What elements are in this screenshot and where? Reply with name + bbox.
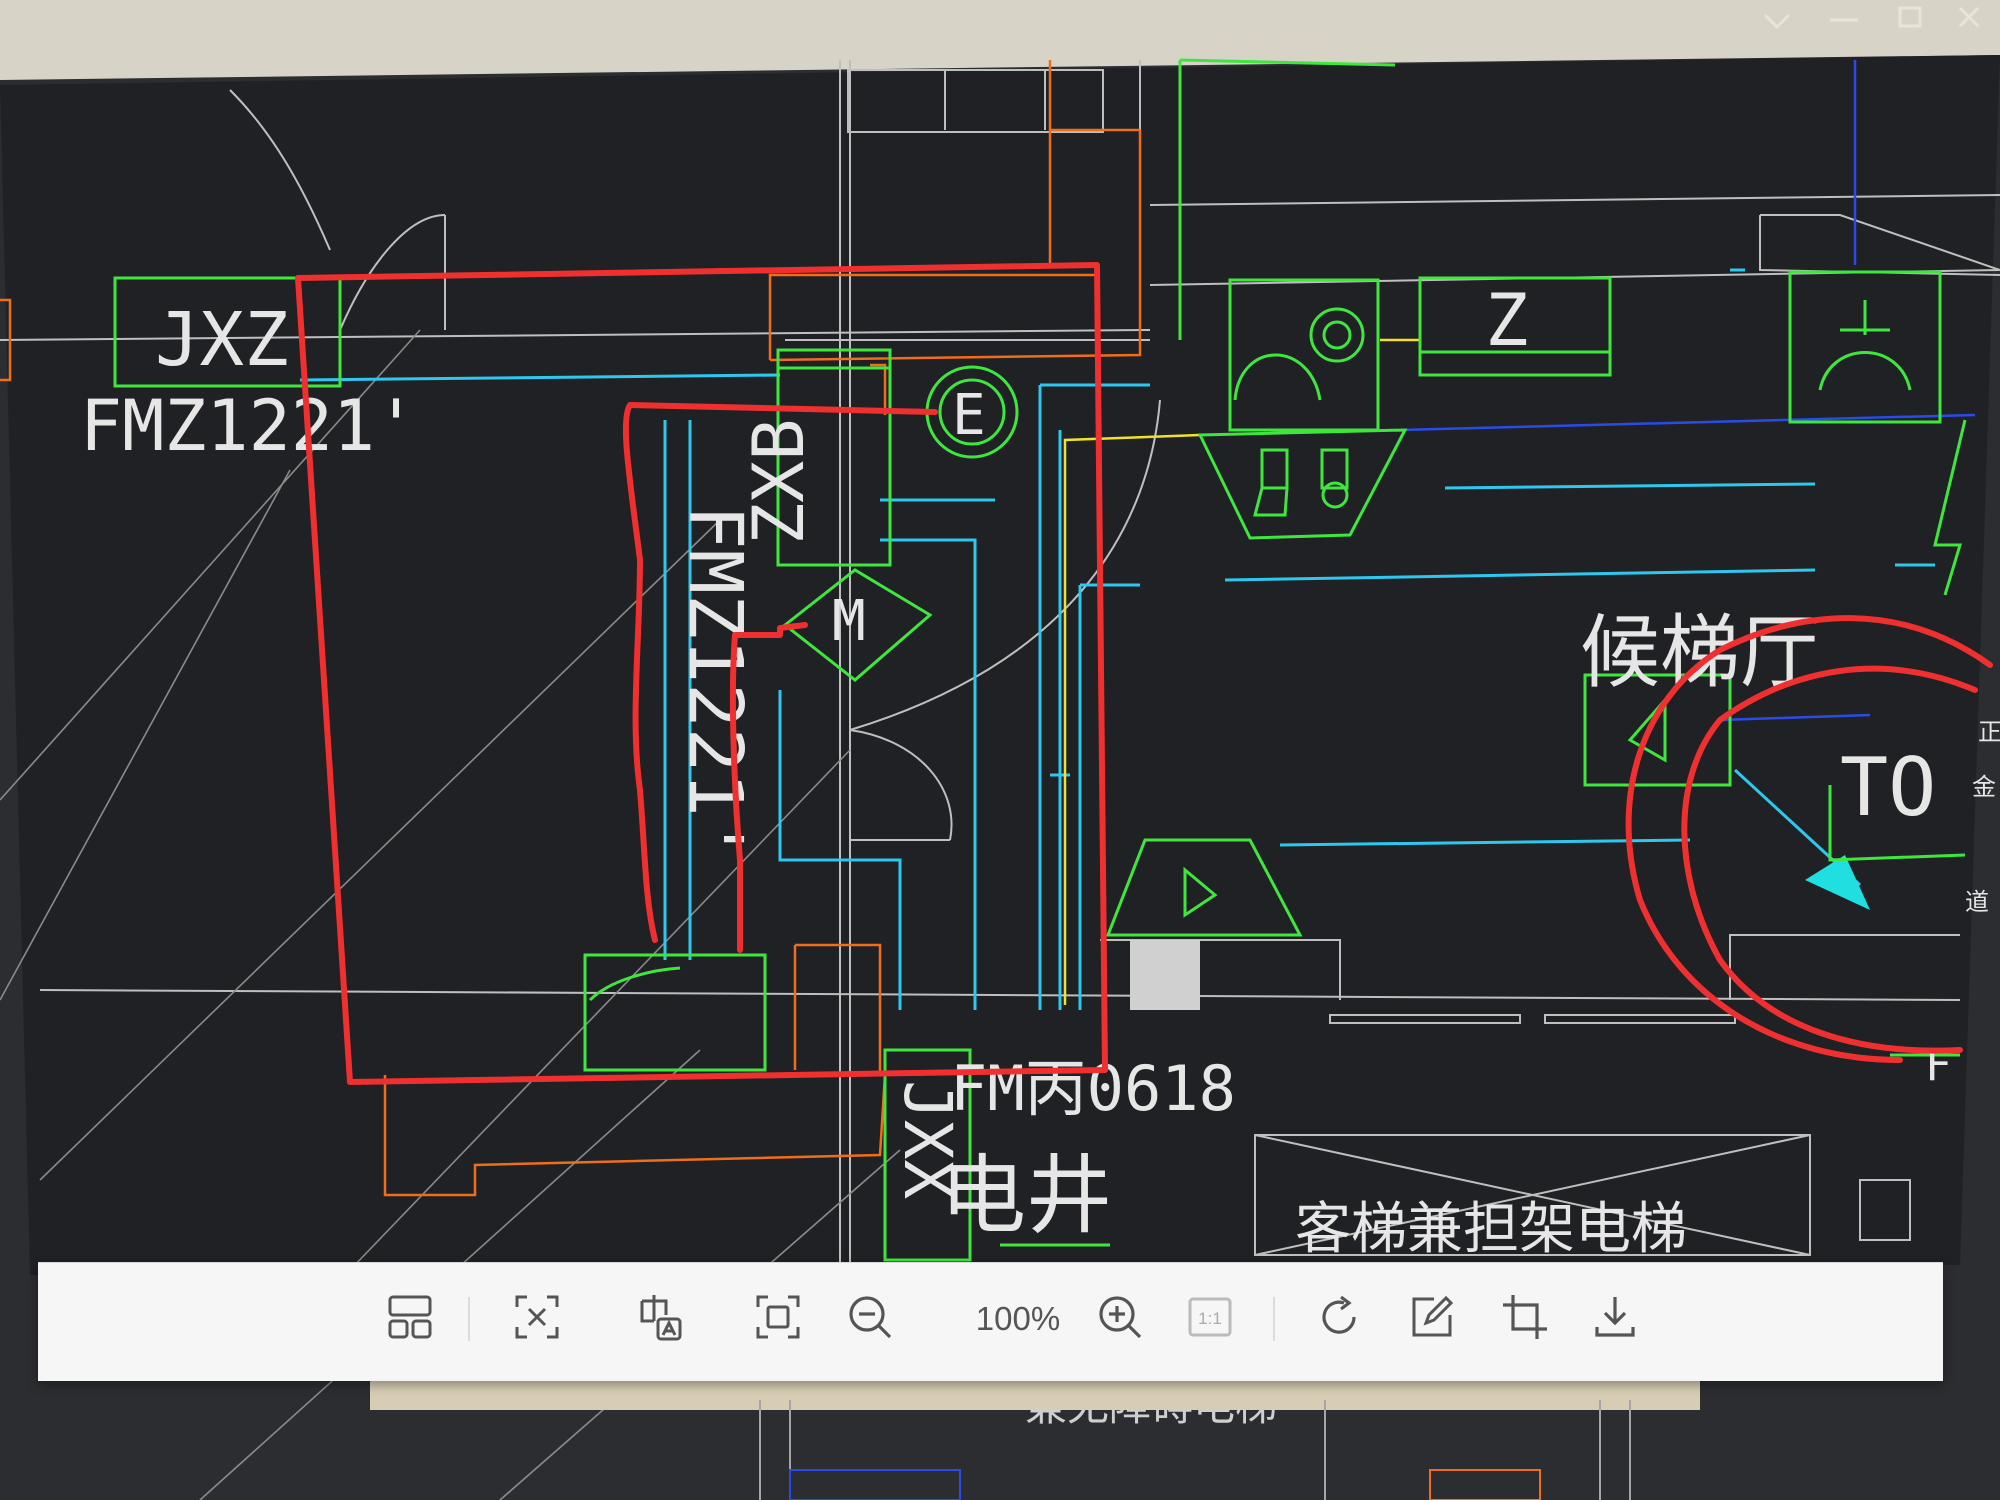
zoom-level: 100%	[975, 1300, 1061, 1337]
actual-size-icon: 1:1	[1188, 1297, 1232, 1337]
label-to: TO	[1840, 741, 1936, 834]
crop-button[interactable]	[1493, 1285, 1557, 1349]
rotate-icon	[1322, 1295, 1356, 1334]
fit-window-button[interactable]	[746, 1285, 810, 1349]
download-button[interactable]	[1583, 1285, 1647, 1349]
download-icon	[1595, 1297, 1635, 1337]
zoom-out-icon	[849, 1296, 892, 1339]
label-z: Z	[1485, 278, 1528, 362]
actual-size-button[interactable]: 1:1	[1178, 1285, 1242, 1349]
crop-icon	[1503, 1295, 1547, 1339]
label-fmz1221: FMZ1221'	[80, 385, 417, 467]
label-fmz1221-vertical: FMZ1221'	[672, 505, 758, 861]
label-edge-2: 金	[1972, 773, 1996, 801]
label-jxz: JXZ	[155, 297, 289, 383]
translate-button[interactable]	[628, 1285, 692, 1349]
label-e: E	[952, 383, 986, 448]
zoom-out-button[interactable]	[838, 1285, 902, 1349]
thumbnails-icon	[388, 1295, 432, 1339]
edit-icon	[1412, 1295, 1454, 1337]
zoom-in-icon	[1099, 1296, 1142, 1339]
fit-window-icon	[756, 1295, 800, 1339]
label-edge-1: 正	[1978, 718, 2000, 746]
label-m: M	[832, 589, 866, 654]
image-viewer-toolbar: 100% 1:1	[38, 1262, 1943, 1381]
text-recognition-icon	[515, 1295, 559, 1339]
label-edge-3: 道	[1965, 888, 1989, 916]
label-shaft: 电井	[940, 1146, 1112, 1246]
thumbnails-button[interactable]	[378, 1285, 442, 1349]
text-recognition-button[interactable]	[505, 1285, 569, 1349]
column-block	[1130, 940, 1200, 1010]
edit-button[interactable]	[1400, 1285, 1464, 1349]
label-elevator-note: 客梯兼担架电梯	[1295, 1197, 1687, 1262]
actual-size-label: 1:1	[1198, 1309, 1222, 1328]
translate-icon	[640, 1295, 682, 1341]
label-zxb: ZXB	[738, 419, 820, 545]
zoom-in-button[interactable]	[1088, 1285, 1152, 1349]
rotate-button[interactable]	[1308, 1285, 1372, 1349]
label-fm0618: FM丙0618	[950, 1052, 1236, 1125]
